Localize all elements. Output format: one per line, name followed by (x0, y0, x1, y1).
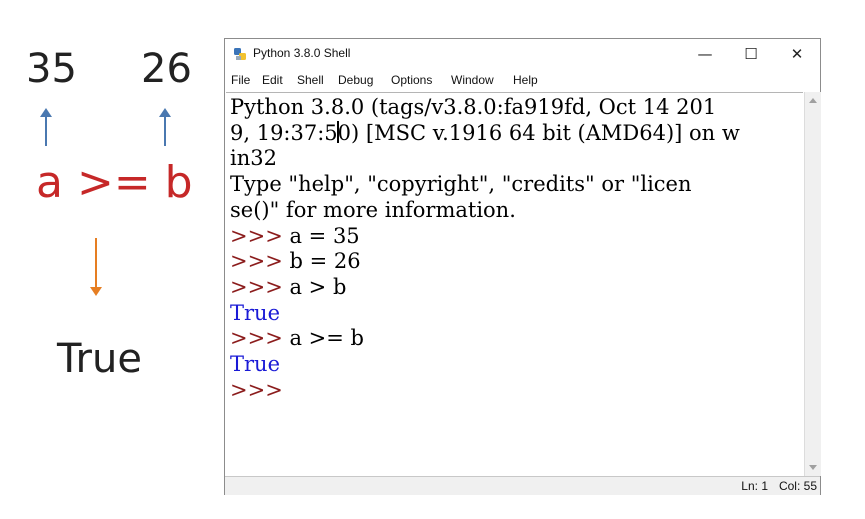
python-icon (234, 48, 246, 60)
idle-shell-window: Python 3.8.0 Shell — ☐ ✕ File Edit Shell… (224, 38, 821, 495)
command-line: a = 35 (282, 223, 360, 248)
value-a-label: 35 (26, 46, 77, 92)
shell-prompt: >>> (230, 249, 283, 274)
shell-text-area[interactable]: Python 3.8.0 (tags/v3.8.0:fa919fd, Oct 1… (226, 92, 803, 476)
banner-line: in32 (230, 146, 277, 171)
vertical-scrollbar[interactable] (804, 92, 821, 476)
output-line: True (230, 300, 280, 325)
minimize-button[interactable]: — (682, 41, 728, 67)
comparison-result: True (57, 336, 142, 382)
comparison-expression: a >= b (36, 157, 193, 208)
banner-line: Type "help", "copyright", "credits" or "… (230, 172, 692, 197)
menu-window[interactable]: Window (451, 73, 494, 87)
shell-prompt: >>> (230, 223, 283, 248)
maximize-button[interactable]: ☐ (728, 41, 774, 67)
arrow-down-icon (90, 238, 102, 296)
output-line: True (230, 352, 280, 377)
menu-options[interactable]: Options (391, 73, 432, 87)
status-bar: Ln: 1 Col: 55 (225, 476, 820, 495)
banner-line: 0) [MSC v.1916 64 bit (AMD64)] on w (337, 120, 740, 145)
menu-debug[interactable]: Debug (338, 73, 373, 87)
scroll-up-icon[interactable] (809, 98, 817, 103)
title-bar[interactable]: Python 3.8.0 Shell — ☐ ✕ (225, 39, 820, 69)
command-line: a > b (282, 274, 347, 299)
window-title: Python 3.8.0 Shell (253, 46, 351, 60)
command-line: a >= b (282, 326, 364, 351)
menu-bar: File Edit Shell Debug Options Window Hel… (225, 71, 820, 91)
menu-help[interactable]: Help (513, 73, 538, 87)
arrow-up-icon (40, 108, 52, 146)
command-line: b = 26 (282, 249, 361, 274)
menu-edit[interactable]: Edit (262, 73, 283, 87)
scroll-down-icon[interactable] (809, 465, 817, 470)
close-button[interactable]: ✕ (774, 41, 820, 67)
shell-prompt: >>> (230, 377, 283, 402)
menu-shell[interactable]: Shell (297, 73, 324, 87)
banner-line: Python 3.8.0 (tags/v3.8.0:fa919fd, Oct 1… (230, 95, 717, 119)
arrow-up-icon (159, 108, 171, 146)
shell-prompt: >>> (230, 274, 283, 299)
shell-prompt: >>> (230, 326, 283, 351)
line-number: Ln: 1 (741, 479, 768, 493)
banner-line: se()" for more information. (230, 197, 516, 222)
banner-line: 9, 19:37:5 (230, 120, 338, 145)
menu-file[interactable]: File (231, 73, 250, 87)
column-number: Col: 55 (778, 479, 817, 493)
value-b-label: 26 (141, 46, 192, 92)
